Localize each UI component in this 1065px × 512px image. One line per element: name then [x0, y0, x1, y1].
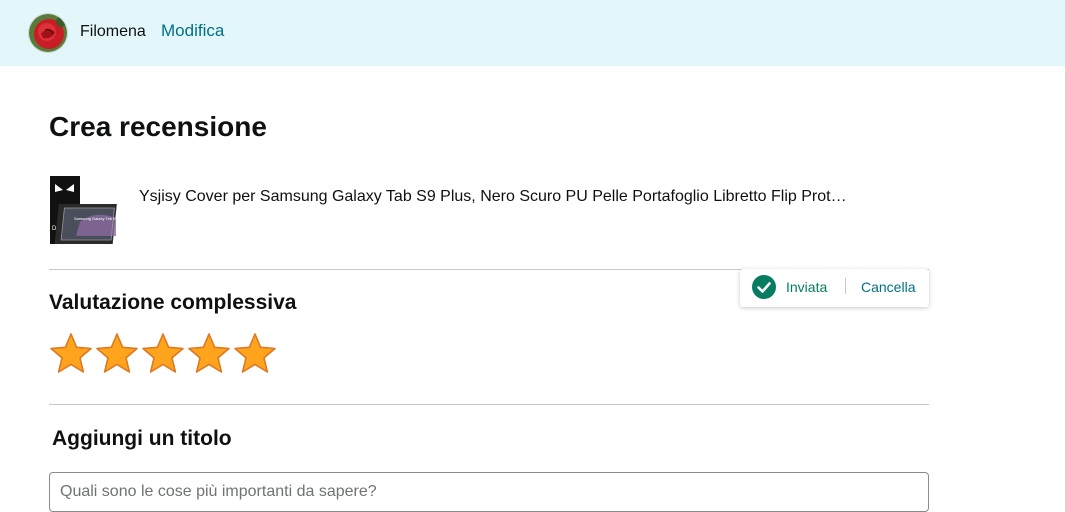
headline-section-title: Aggiungi un titolo — [52, 427, 232, 450]
star-icon[interactable] — [233, 332, 277, 376]
avatar[interactable] — [28, 13, 68, 53]
rating-section-title: Valutazione complessiva — [49, 291, 297, 314]
page-title: Crea recensione — [49, 111, 267, 142]
star-icon[interactable] — [141, 332, 185, 376]
cancel-link[interactable]: Cancella — [861, 279, 915, 295]
product-name[interactable]: Ysjisy Cover per Samsung Galaxy Tab S9 P… — [139, 188, 847, 206]
submission-status-box: Inviata Cancella — [740, 269, 929, 307]
username: Filomena — [80, 23, 146, 40]
svg-text:Samsung Galaxy Tab S9+: Samsung Galaxy Tab S9+ — [74, 216, 121, 221]
divider — [49, 404, 929, 405]
edit-profile-link[interactable]: Modifica — [161, 21, 224, 41]
review-title-input[interactable] — [49, 472, 929, 512]
profile-header: Filomena Modifica — [0, 0, 1065, 66]
star-icon[interactable] — [49, 332, 93, 376]
avatar-rose-image — [29, 14, 67, 52]
check-circle-icon — [752, 275, 776, 299]
product-thumbnail: DON Samsung Galaxy Tab S9+ — [50, 174, 128, 248]
star-icon[interactable] — [95, 332, 139, 376]
star-icon[interactable] — [187, 332, 231, 376]
separator — [845, 278, 846, 294]
status-sent-label: Inviata — [786, 279, 828, 295]
